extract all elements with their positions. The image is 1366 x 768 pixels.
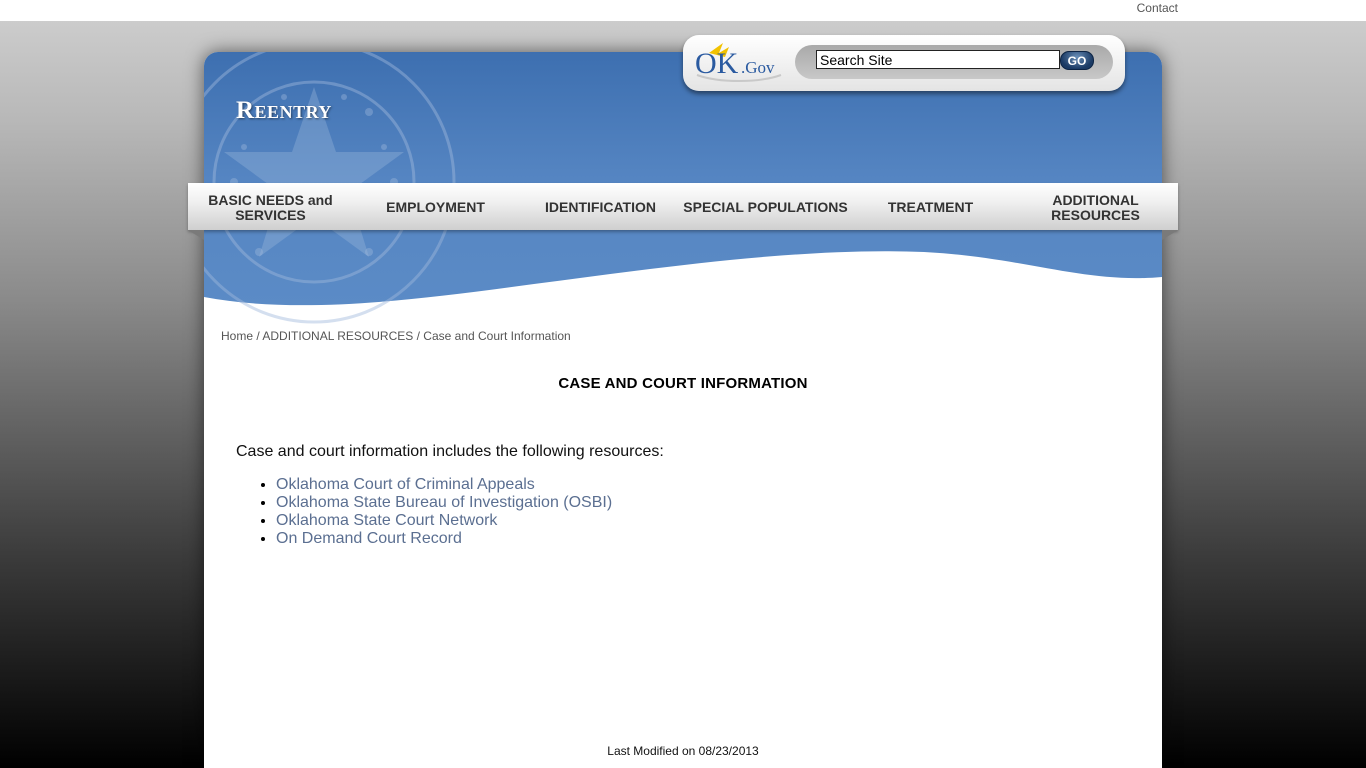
page-title: CASE AND COURT INFORMATION <box>558 375 808 392</box>
top-utility-bar: Contact <box>0 0 1366 21</box>
logo-ok-text: OK <box>695 47 739 80</box>
list-item: Oklahoma State Court Network <box>276 512 612 530</box>
list-item: On Demand Court Record <box>276 530 612 548</box>
last-modified: Last Modified on 08/23/2013 <box>607 744 759 758</box>
breadcrumb-separator: / <box>253 329 263 343</box>
search-pill: GO <box>795 45 1113 79</box>
breadcrumb-current: Case and Court Information <box>423 329 571 343</box>
contact-link[interactable]: Contact <box>1137 1 1178 15</box>
intro-text: Case and court information includes the … <box>236 443 664 460</box>
logo-gov-text: .Gov <box>741 58 775 77</box>
okgov-logo[interactable]: OK .Gov <box>689 39 789 87</box>
list-item: Oklahoma Court of Criminal Appeals <box>276 476 612 494</box>
page-container: Reentry Home / ADDITIONAL RESOURCES / Ca… <box>204 52 1162 768</box>
nav-ribbon-fold-left <box>188 230 204 240</box>
main-content: Home / ADDITIONAL RESOURCES / Case and C… <box>204 52 1162 768</box>
list-item: Oklahoma State Bureau of Investigation (… <box>276 494 612 512</box>
link-court-of-criminal-appeals[interactable]: Oklahoma Court of Criminal Appeals <box>276 476 535 493</box>
okgov-search-bar: OK .Gov GO <box>683 35 1125 91</box>
breadcrumb-home[interactable]: Home <box>221 329 253 343</box>
link-on-demand-court-record[interactable]: On Demand Court Record <box>276 530 462 547</box>
nav-employment[interactable]: EMPLOYMENT <box>353 183 518 230</box>
search-input[interactable] <box>816 50 1060 69</box>
resource-list: Oklahoma Court of Criminal Appeals Oklah… <box>236 476 612 548</box>
nav-additional-resources[interactable]: ADDITIONAL RESOURCES <box>1013 183 1178 230</box>
link-osbi[interactable]: Oklahoma State Bureau of Investigation (… <box>276 494 612 511</box>
go-button[interactable]: GO <box>1060 51 1094 70</box>
nav-treatment[interactable]: TREATMENT <box>848 183 1013 230</box>
link-state-court-network[interactable]: Oklahoma State Court Network <box>276 512 497 529</box>
breadcrumb-additional-resources[interactable]: ADDITIONAL RESOURCES <box>262 329 413 343</box>
nav-identification[interactable]: IDENTIFICATION <box>518 183 683 230</box>
nav-ribbon-fold-right <box>1162 230 1178 240</box>
breadcrumb: Home / ADDITIONAL RESOURCES / Case and C… <box>221 329 571 343</box>
nav-basic-needs[interactable]: BASIC NEEDS and SERVICES <box>188 183 353 230</box>
breadcrumb-separator: / <box>413 329 424 343</box>
main-nav: BASIC NEEDS and SERVICES EMPLOYMENT IDEN… <box>188 183 1178 230</box>
nav-special-populations[interactable]: SPECIAL POPULATIONS <box>683 183 848 230</box>
